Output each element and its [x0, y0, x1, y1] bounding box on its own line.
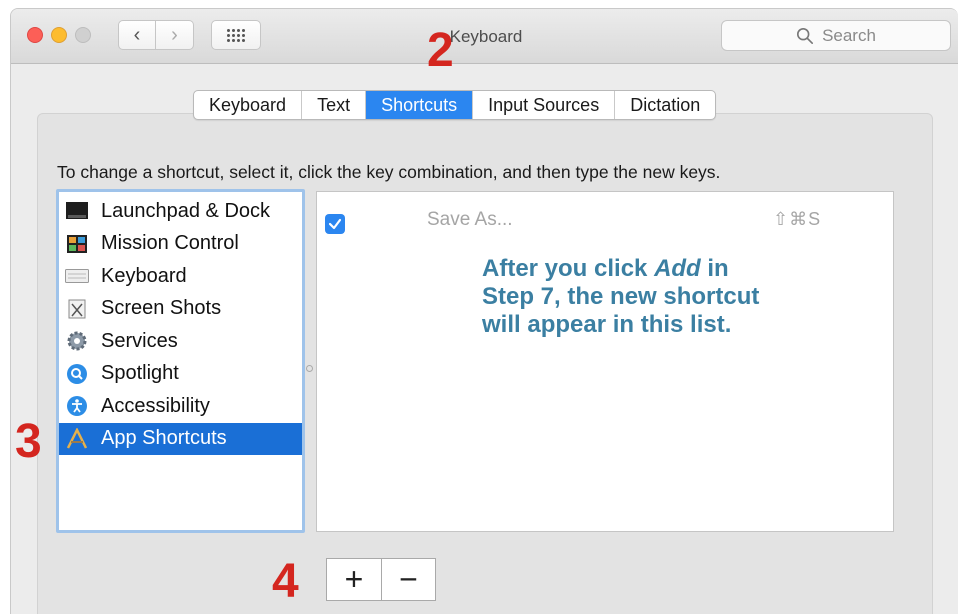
category-label: Services: [101, 329, 178, 352]
step-label-4: 4: [272, 555, 299, 608]
screenshot-icon: [65, 298, 89, 320]
tab-shortcuts[interactable]: Shortcuts: [366, 91, 474, 119]
grid-icon: [227, 28, 245, 42]
app-shortcuts-icon: [65, 427, 89, 450]
close-button[interactable]: [27, 27, 43, 43]
split-view-handle[interactable]: [306, 365, 313, 372]
category-label: Screen Shots: [101, 297, 222, 320]
category-label: Spotlight: [101, 362, 179, 385]
instruction-text: To change a shortcut, select it, click t…: [57, 162, 721, 182]
tab-input-sources[interactable]: Input Sources: [473, 91, 616, 119]
category-item-spotlight[interactable]: Spotlight: [59, 358, 302, 391]
category-item-keyboard[interactable]: Keyboard: [59, 260, 302, 293]
category-item-accessibility[interactable]: Accessibility: [59, 390, 302, 423]
annotation-line-1: After you click Add in: [482, 255, 729, 282]
minimize-button[interactable]: [51, 27, 67, 43]
forward-button[interactable]: ›: [156, 20, 194, 50]
search-field[interactable]: Search: [721, 20, 951, 51]
shortcut-keys[interactable]: ⇧⌘S: [773, 209, 821, 230]
shortcut-enabled-checkbox[interactable]: [325, 214, 345, 234]
step-label-2: 2: [427, 24, 454, 77]
shortcut-name[interactable]: Save As...: [427, 209, 513, 231]
category-label: App Shortcuts: [101, 427, 227, 450]
show-all-button[interactable]: [211, 20, 261, 50]
category-list: Launchpad & Dock Mission Control Keyboar…: [56, 189, 305, 533]
spotlight-icon: [65, 363, 89, 385]
accessibility-icon: [65, 395, 89, 417]
step-label-3: 3: [15, 415, 42, 468]
tab-keyboard[interactable]: Keyboard: [194, 91, 303, 119]
category-label: Accessibility: [101, 394, 210, 417]
annotation-callout: After you click Add in Step 7, the new s…: [482, 255, 842, 339]
checkmark-icon: [328, 218, 342, 230]
search-icon: [797, 27, 814, 44]
search-placeholder: Search: [822, 25, 876, 45]
add-button[interactable]: +: [327, 559, 381, 600]
category-item-screen-shots[interactable]: Screen Shots: [59, 293, 302, 326]
gear-icon: [65, 330, 89, 352]
keyboard-icon: [65, 265, 89, 287]
category-label: Keyboard: [101, 264, 187, 287]
back-button[interactable]: ‹: [118, 20, 156, 50]
category-item-mission-control[interactable]: Mission Control: [59, 228, 302, 261]
title-bar: ‹ › Keyboard Search: [11, 9, 958, 64]
mission-control-icon: [65, 233, 89, 255]
chevron-left-icon: ‹: [133, 23, 141, 46]
tab-dictation[interactable]: Dictation: [615, 91, 715, 119]
chevron-right-icon: ›: [171, 23, 178, 46]
category-item-app-shortcuts[interactable]: App Shortcuts: [59, 422, 302, 455]
category-label: Mission Control: [101, 232, 239, 255]
category-item-services[interactable]: Services: [59, 325, 302, 358]
launchpad-dock-icon: [65, 200, 89, 222]
tab-bar: Keyboard Text Shortcuts Input Sources Di…: [193, 90, 717, 120]
shortcut-list: Save As... ⇧⌘S: [316, 191, 894, 532]
annotation-line-2: Step 7, the new shortcut: [482, 283, 760, 310]
category-label: Launchpad & Dock: [101, 199, 271, 222]
zoom-button[interactable]: [75, 27, 91, 43]
remove-button[interactable]: −: [381, 559, 435, 600]
tab-text[interactable]: Text: [302, 91, 367, 119]
add-remove-control: + −: [326, 558, 436, 601]
annotation-line-3: will appear in this list.: [482, 311, 732, 338]
category-item-launchpad-dock[interactable]: Launchpad & Dock: [59, 195, 302, 228]
